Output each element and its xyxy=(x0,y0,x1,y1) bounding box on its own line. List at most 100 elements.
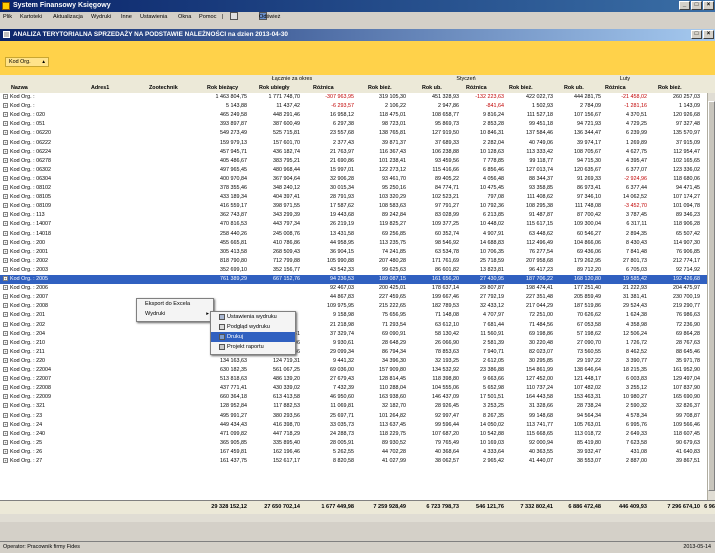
table-row[interactable]: + Kod Org. : 321 128 952,84 117 882,53 11 06… xyxy=(0,402,707,411)
expand-icon[interactable]: + xyxy=(3,321,8,327)
col-rok-ubiegly[interactable]: Rok ubiegły xyxy=(259,84,290,93)
expand-icon[interactable]: + xyxy=(3,339,8,345)
expand-icon[interactable]: + xyxy=(3,439,8,445)
context-item-wydruki[interactable]: Wydruki ▸ xyxy=(137,309,213,319)
table-row[interactable]: + Kod Org. : 2008 109 975,95 215 222,65 182 … xyxy=(0,302,707,311)
table-row[interactable]: + Kod Org. : 2003 352 699,10 352 156,77 43 5… xyxy=(0,266,707,275)
table-row[interactable]: + Kod Org. : 020 465 249,58 448 291,46 16 95… xyxy=(0,111,707,120)
table-row[interactable]: + Kod Org. : 06278 405 486,67 383 795,21 21 … xyxy=(0,157,707,166)
expand-icon[interactable]: + xyxy=(3,139,8,145)
table-row[interactable]: + Kod Org. : 27 161 437,75 152 617,17 8 820,… xyxy=(0,457,707,466)
table-row[interactable]: + Kod Org. : 22009 660 364,18 613 413,58 46 … xyxy=(0,393,707,402)
group-chip-kod-org[interactable]: Kod Org. ▴ xyxy=(5,57,49,67)
table-row[interactable]: + Kod Org. : 22007 513 818,63 486 139,20 27 … xyxy=(0,375,707,384)
expand-icon[interactable]: + xyxy=(3,285,8,291)
table-row[interactable]: +Kod Org. : 210114 116,57104 185,969 930… xyxy=(0,339,707,348)
table-row[interactable]: + Kod Org. : 06224 457 945,71 436 182,74 21 … xyxy=(0,148,707,157)
table-row[interactable]: + Kod Org. : 06302 497 965,45 480 968,44 15 … xyxy=(0,166,707,175)
table-row[interactable]: + Kod Org. : 08102 378 355,46 348 240,12 30 … xyxy=(0,184,707,193)
expand-icon[interactable]: + xyxy=(3,376,8,382)
menu-wydruki[interactable]: Wydruki xyxy=(91,12,111,23)
expand-icon[interactable]: + xyxy=(3,203,8,209)
menu-okna[interactable]: Okna xyxy=(178,12,191,23)
table-row[interactable]: + Kod Org. : 06304 400 970,84 367 904,64 32 … xyxy=(0,175,707,184)
col-adres1[interactable]: Adres1 xyxy=(91,84,109,93)
context-item-export-excel[interactable]: Eksport do Excela xyxy=(137,299,213,309)
table-row[interactable]: +Kod Org. : 204275 281,35237 952,6137 32… xyxy=(0,330,707,339)
submenu-item-settings[interactable]: Ustawienia wydruku xyxy=(211,312,295,322)
menu-kartoteki[interactable]: Kartoteki xyxy=(20,12,42,23)
table-row[interactable]: + Kod Org. : 14018 258 440,26 245 008,76 13 … xyxy=(0,230,707,239)
vertical-scrollbar[interactable] xyxy=(707,93,715,500)
table-row[interactable]: + Kod Org. : 26 167 459,81 162 196,46 5 262,… xyxy=(0,448,707,457)
col-marzec-rok-biez[interactable]: Rok bież. xyxy=(658,84,682,93)
table-row[interactable]: + Kod Org. : 202 21 218,98 71 293,54 63 612,… xyxy=(0,321,707,330)
table-row[interactable]: + Kod Org. : 08109 416 559,17 398 971,55 17 … xyxy=(0,202,707,211)
table-row[interactable]: +Kod Org. : 211345 628,80316 529,4629 09… xyxy=(0,348,707,357)
expand-icon[interactable]: + xyxy=(3,94,8,100)
minimize-icon[interactable]: _ xyxy=(679,1,690,10)
scrollbar-thumb[interactable] xyxy=(708,101,715,491)
table-row[interactable]: + Kod Org. : 22008 437 771,41 430 339,02 7 4… xyxy=(0,384,707,393)
table-row[interactable]: + Kod Org. : 25 365 905,85 335 895,40 28 005… xyxy=(0,439,707,448)
table-row[interactable]: + Kod Org. : 22004 630 182,35 561 067,25 69 … xyxy=(0,366,707,375)
expand-icon[interactable]: + xyxy=(3,430,8,436)
report-close-icon[interactable]: × xyxy=(703,30,714,39)
col-styczen-rok-ub[interactable]: Rok ub. xyxy=(422,84,442,93)
submenu-item-preview[interactable]: Podgląd wydruku xyxy=(211,322,295,332)
report-maximize-icon[interactable]: □ xyxy=(691,30,702,39)
expand-icon[interactable]: + xyxy=(3,221,8,227)
table-row[interactable]: + Kod Org. : 2007 44 867,83 227 459,65 199 6… xyxy=(0,293,707,302)
col-luty-rok-ub[interactable]: Rok ub. xyxy=(564,84,584,93)
col-zootechnik[interactable]: Zootechnik xyxy=(149,84,178,93)
table-row[interactable]: + Kod Org. : 240 471 099,82 447 718,29 24 28… xyxy=(0,430,707,439)
table-row[interactable]: + Kod Org. : 23 495 991,27 380 293,56 25 697… xyxy=(0,412,707,421)
menu-ustawienia[interactable]: Ustawienia xyxy=(140,12,167,23)
col-luty-roznica[interactable]: Różnica xyxy=(605,84,626,93)
expand-icon[interactable]: + xyxy=(3,330,8,336)
table-row[interactable]: + Kod Org. : 5 143,88 11 437,42 -6 293,57 2 1… xyxy=(0,102,707,111)
table-row[interactable]: + Kod Org. : 2006 92 467,03 200 425,01 178 6… xyxy=(0,284,707,293)
table-row[interactable]: + Kod Org. : 06220 549 273,49 525 715,81 23 … xyxy=(0,129,707,138)
expand-icon[interactable]: + xyxy=(3,248,8,254)
expand-icon[interactable]: + xyxy=(3,394,8,400)
table-row[interactable]: + Kod Org. : 051 393 897,87 387 600,49 6 297… xyxy=(0,120,707,129)
expand-icon[interactable]: + xyxy=(3,385,8,391)
table-row[interactable]: + Kod Org. : 220 134 163,63 124 719,31 9 441… xyxy=(0,357,707,366)
expand-icon[interactable]: + xyxy=(3,166,8,172)
table-row[interactable]: + Kod Org. : 24 449 434,43 416 398,70 33 035… xyxy=(0,421,707,430)
table-row[interactable]: + Kod Org. : 08105 433 189,34 404 397,41 28 … xyxy=(0,193,707,202)
col-roznica[interactable]: Różnica xyxy=(313,84,334,93)
expand-icon[interactable]: + xyxy=(3,294,8,300)
maximize-icon[interactable]: □ xyxy=(691,1,702,10)
expand-icon[interactable]: + xyxy=(3,230,8,236)
expand-icon[interactable]: + xyxy=(3,266,8,272)
expand-icon[interactable]: + xyxy=(3,412,8,418)
table-row[interactable]: + Kod Org. : 2001 305 413,58 268 509,43 36 9… xyxy=(0,248,707,257)
menu-plik[interactable]: Plik xyxy=(3,12,12,23)
col-luty-rok-biez[interactable]: Rok bież. xyxy=(509,84,533,93)
table-row[interactable]: + Kod Org. : 14007 470 816,53 443 797,34 26 … xyxy=(0,220,707,229)
expand-icon[interactable]: + xyxy=(3,458,8,464)
expand-icon[interactable]: + xyxy=(3,276,8,282)
expand-icon[interactable]: + xyxy=(3,303,8,309)
expand-icon[interactable]: + xyxy=(3,112,8,118)
menu-inne[interactable]: Inne xyxy=(121,12,132,23)
col-styczen-rok-biez[interactable]: Rok bież. xyxy=(368,84,392,93)
table-row[interactable]: + Kod Org. : 06222 159 979,13 157 601,70 2 3… xyxy=(0,139,707,148)
expand-icon[interactable]: + xyxy=(3,448,8,454)
expand-icon[interactable]: + xyxy=(3,403,8,409)
table-row[interactable]: + Kod Org. : 2005 761 389,29 667 152,76 94 2… xyxy=(0,275,707,285)
expand-icon[interactable]: + xyxy=(3,421,8,427)
close-icon[interactable]: × xyxy=(703,1,714,10)
expand-icon[interactable]: + xyxy=(3,121,8,127)
expand-icon[interactable]: + xyxy=(3,157,8,163)
table-row[interactable]: + Kod Org. : 1 463 804,75 1 771 748,70 -307 … xyxy=(0,93,707,102)
expand-icon[interactable]: + xyxy=(3,239,8,245)
expand-icon[interactable]: + xyxy=(3,103,8,109)
table-row[interactable]: + Kod Org. : 113 362 743,87 343 299,39 19 44… xyxy=(0,211,707,220)
expand-icon[interactable]: + xyxy=(3,312,8,318)
expand-icon[interactable]: + xyxy=(3,148,8,154)
expand-icon[interactable]: + xyxy=(3,130,8,136)
expand-icon[interactable]: + xyxy=(3,367,8,373)
